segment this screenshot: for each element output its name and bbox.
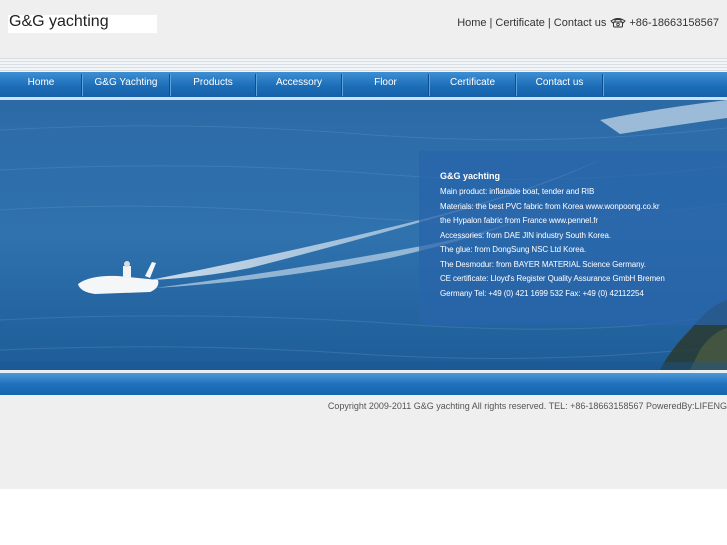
info-line: Germany Tel: +49 (0) 421 1699 532 Fax: +… <box>440 289 644 298</box>
separator: | <box>547 17 551 29</box>
header: G&G yachting Home | Certificate | Contac… <box>0 0 727 48</box>
nav-item-certificate[interactable]: Certificate <box>429 72 516 98</box>
nav-item-home[interactable]: Home <box>0 72 82 98</box>
logo[interactable]: G&G yachting <box>8 13 157 33</box>
separator: | <box>489 17 493 29</box>
info-line: the Hypalon fabric from France www.penne… <box>440 216 598 225</box>
info-line: Accessories: from DAE JIN industry South… <box>440 231 611 240</box>
nav-item-accessory[interactable]: Accessory <box>256 72 342 98</box>
info-title: G&G yachting <box>440 171 501 181</box>
toplink-certificate[interactable]: Certificate <box>495 17 545 29</box>
info-line: Materials: the best PVC fabric from Kore… <box>440 202 660 211</box>
info-line: The Desmodur: from BAYER MATERIAL Scienc… <box>440 260 646 269</box>
company-info-panel: G&G yachting Main product: inflatable bo… <box>419 151 727 325</box>
nav-item-products[interactable]: Products <box>170 72 256 98</box>
hero-banner: G&G yachting Main product: inflatable bo… <box>0 100 727 370</box>
info-line: The glue: from DongSung NSC Ltd Korea. <box>440 245 587 254</box>
info-line: Main product: inflatable boat, tender an… <box>440 187 595 196</box>
page-background: G&G yachting Home | Certificate | Contac… <box>0 0 727 489</box>
top-phone-number: +86-18663158567 <box>629 17 719 29</box>
toplink-home[interactable]: Home <box>457 17 486 29</box>
main-nav: Home G&G Yachting Products Accessory Flo… <box>0 72 727 98</box>
nav-item-contact-us[interactable]: Contact us <box>516 72 603 98</box>
decorative-stripe <box>0 58 727 72</box>
footer-bar <box>0 373 727 395</box>
logo-text: G&G yachting <box>9 13 109 30</box>
telephone-icon <box>610 17 627 28</box>
nav-item-floor[interactable]: Floor <box>342 72 429 98</box>
toplink-contact-us[interactable]: Contact us <box>554 17 607 29</box>
copyright-text: Copyright 2009-2011 G&G yachting All rig… <box>327 401 727 411</box>
top-links: Home | Certificate | Contact us +86-1866… <box>457 17 719 29</box>
info-line: CE certificate: Lloyd's Register Quality… <box>440 274 665 283</box>
nav-item-gg-yachting[interactable]: G&G Yachting <box>82 72 170 98</box>
